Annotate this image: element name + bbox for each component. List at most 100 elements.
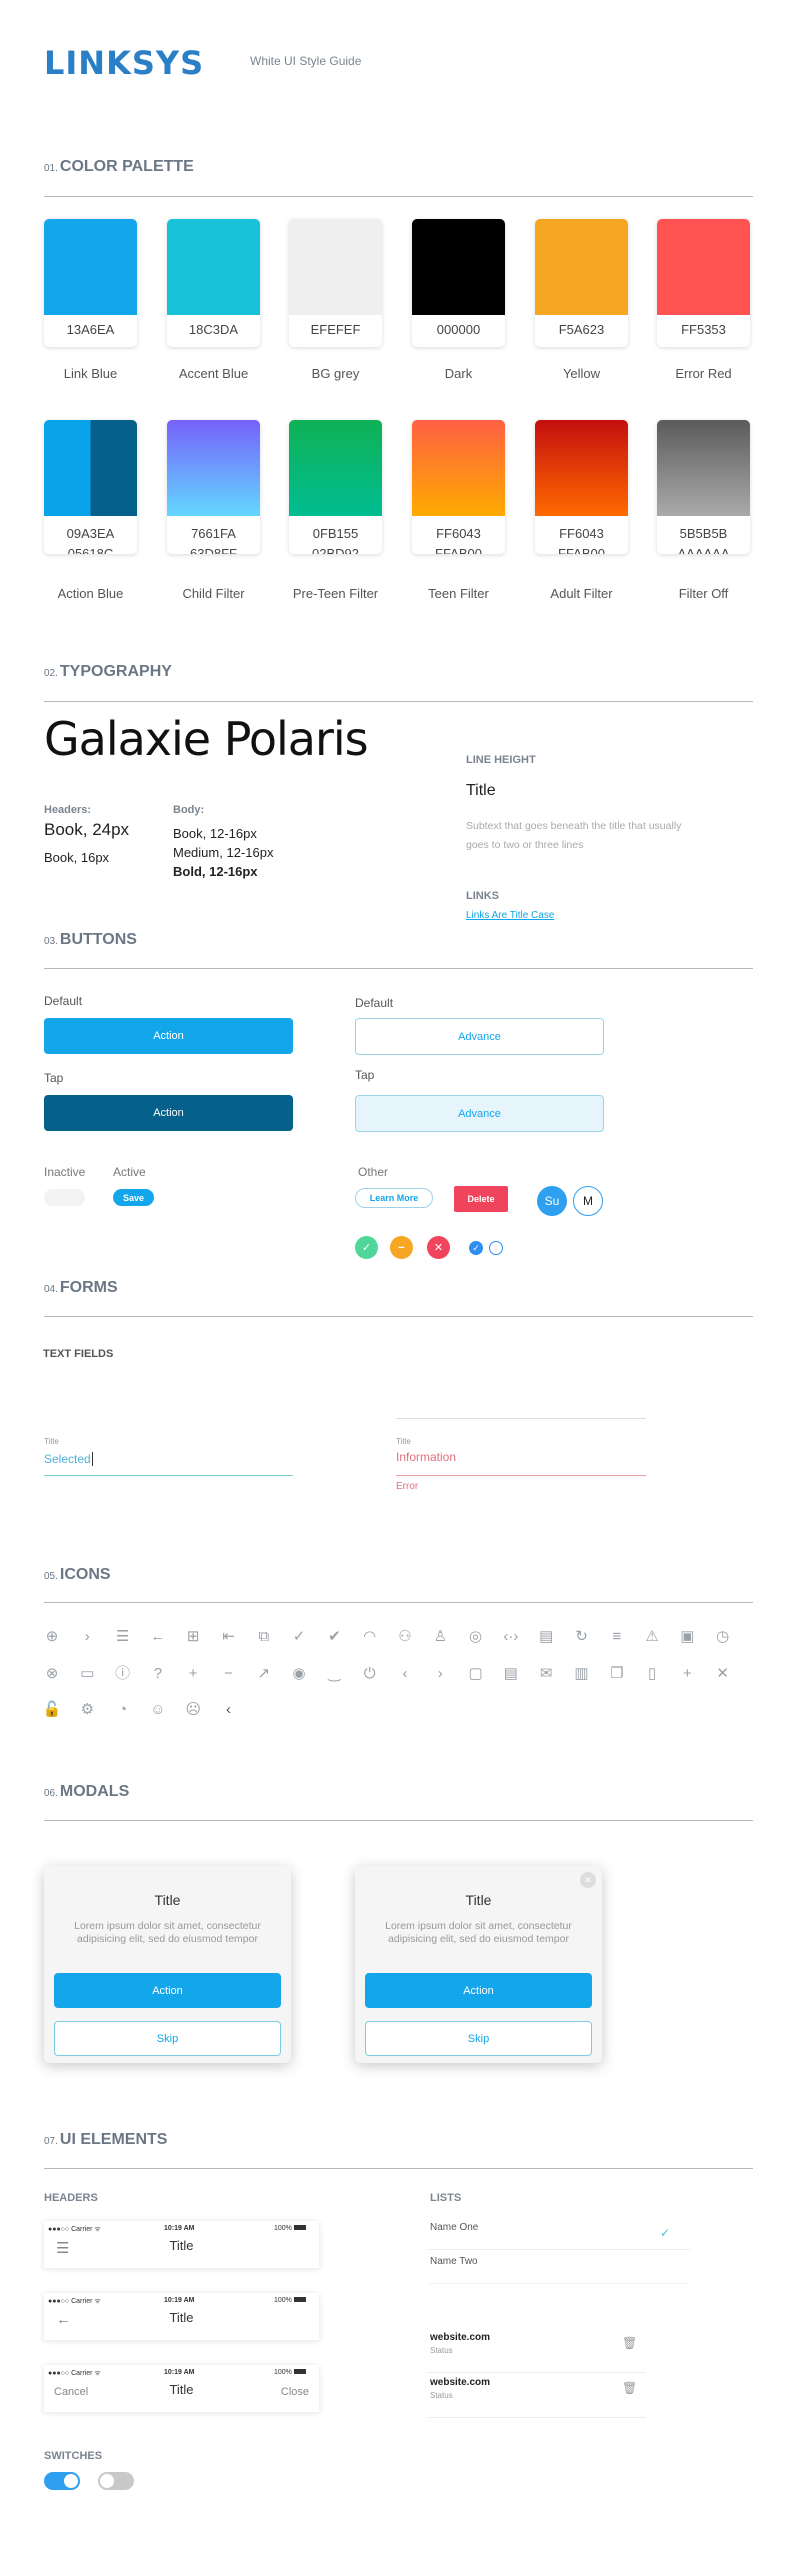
- nav-header-menu: ●●●○○ Carrier ᯤ 10:19 AM 100% ☰ Title: [44, 2221, 319, 2268]
- gradient-swatch: FF6043 FFAB00: [412, 420, 505, 554]
- swatch-fill: [412, 420, 505, 516]
- swatch-name: BG grey: [311, 366, 360, 381]
- switch-off[interactable]: [98, 2472, 134, 2490]
- close-icon[interactable]: ✕: [580, 1872, 596, 1888]
- swatch-hex: F5A623: [558, 322, 605, 337]
- delete-button[interactable]: Delete: [454, 1186, 508, 1212]
- modal-skip-button[interactable]: Skip: [54, 2021, 281, 2056]
- default-label: Default: [355, 996, 394, 1010]
- trash-icon[interactable]: 🗑: [622, 2381, 637, 2395]
- site-status: Status: [430, 2346, 453, 2355]
- swatch-fill: [657, 420, 750, 516]
- swatch-fill: [412, 219, 505, 315]
- field-title: Title: [44, 1437, 59, 1446]
- modal-title: Title: [154, 1892, 181, 1908]
- list-item-label: Name One: [430, 2222, 479, 2233]
- list-item: website.com Status 🗑: [428, 2373, 646, 2417]
- advance-button-tap[interactable]: Advance: [355, 1095, 604, 1132]
- divider: [44, 196, 753, 197]
- section-heading-ui-elements: 07. UI ELEMENTS: [44, 2131, 168, 2148]
- modal-title: Title: [465, 1892, 492, 1908]
- headers-label: Headers:: [44, 804, 92, 816]
- sample-link[interactable]: Links Are Title Case: [466, 910, 554, 921]
- modal-skip-button[interactable]: Skip: [365, 2021, 592, 2056]
- swatch-name: Error Red: [675, 366, 732, 381]
- error-x-icon[interactable]: ✕: [427, 1236, 450, 1259]
- swatch-hex: FF6043 FFAB00: [558, 526, 605, 554]
- list-item: website.com Status 🗑: [428, 2328, 646, 2372]
- header-title: Title: [169, 2238, 194, 2253]
- color-swatch: EFEFEF: [289, 219, 382, 347]
- user-icon: ♙: [433, 1628, 448, 1645]
- close-icon: ✕: [716, 1665, 729, 1682]
- body-medium: Medium, 12-16px: [173, 845, 274, 860]
- headers-section-label: HEADERS: [44, 2192, 98, 2204]
- gradient-swatch: FF6043 FFAB00: [535, 420, 628, 554]
- mail-icon: ✉: [539, 1665, 553, 1682]
- site-status: Status: [430, 2391, 453, 2400]
- success-check-icon[interactable]: ✓: [355, 1236, 378, 1259]
- save-button-active[interactable]: Save: [113, 1189, 154, 1206]
- divider: [44, 1820, 753, 1821]
- site-name: website.com: [430, 2377, 491, 2388]
- learn-more-button[interactable]: Learn More: [355, 1188, 433, 1208]
- wifi-icon: ◠: [363, 1628, 377, 1645]
- gradient-swatch: 0FB155 02BD92: [289, 420, 382, 554]
- checkbox-empty-icon[interactable]: [489, 1241, 503, 1255]
- default-label: Default: [44, 994, 83, 1008]
- swatch-name: Filter Off: [678, 586, 729, 601]
- swatch-hex: 0FB155 02BD92: [312, 526, 359, 554]
- modal-action-button[interactable]: Action: [54, 1973, 281, 2008]
- chevron-left-dark-icon: ‹: [226, 1701, 231, 1718]
- text-fields-label: TEXT FIELDS: [43, 1348, 114, 1360]
- action-button-default[interactable]: Action: [44, 1018, 293, 1054]
- swatch-hex: 09A3EA 05618C: [66, 526, 115, 554]
- selected-text-field[interactable]: Selected: [44, 1450, 293, 1476]
- body-book: Book, 12-16px: [173, 826, 257, 841]
- linksys-logo: LINKSYS: [44, 44, 205, 82]
- copy-icon: ❐: [610, 1665, 624, 1682]
- gradient-swatch: 09A3EA 05618C: [44, 420, 137, 554]
- nav-header-back: ●●●○○ Carrier ᯤ 10:19 AM 100% ← Title: [44, 2293, 319, 2340]
- check-icon: ✓: [660, 2226, 671, 2240]
- error-text-field[interactable]: Information: [396, 1450, 646, 1476]
- empty-field-underline[interactable]: [396, 1418, 646, 1419]
- question-icon: ?: [153, 1665, 163, 1682]
- section-heading-color: 01. COLOR PALETTE: [44, 158, 194, 175]
- section-heading-typography: 02. TYPOGRAPHY: [44, 663, 172, 680]
- list-item[interactable]: Name Two: [428, 2250, 690, 2283]
- modal-dialog: Title Lorem ipsum dolor sit amet, consec…: [44, 1866, 291, 2063]
- router-icon: ▭: [80, 1665, 95, 1682]
- swatch-fill: [167, 420, 260, 516]
- close-button[interactable]: Close: [281, 2386, 309, 2398]
- eye-icon: ◉: [292, 1665, 306, 1682]
- section-heading-forms: 04. FORMS: [44, 1279, 118, 1296]
- status-battery: 100%: [274, 2369, 306, 2376]
- devices-icon: ⧉: [258, 1628, 270, 1645]
- swatch-name: Accent Blue: [178, 366, 249, 381]
- checkbox-checked-icon[interactable]: ✓: [469, 1241, 483, 1255]
- site-list: website.com Status 🗑 website.com Status …: [428, 2328, 646, 2418]
- divider: [44, 701, 753, 702]
- advance-button-default[interactable]: Advance: [355, 1018, 604, 1055]
- list-item-label: Name Two: [430, 2256, 478, 2267]
- day-toggle-su[interactable]: Su: [537, 1186, 567, 1216]
- modal-action-button[interactable]: Action: [365, 1973, 592, 2008]
- swatch-name: Adult Filter: [550, 586, 613, 601]
- unlock-icon: 🔓: [42, 1701, 62, 1718]
- swatch-hex: 7661FA 63D8FF: [190, 526, 237, 554]
- day-toggle-m[interactable]: M: [573, 1186, 603, 1216]
- gear-icon: ⚙: [80, 1701, 95, 1718]
- minus-icon[interactable]: −: [390, 1236, 413, 1259]
- trash-icon[interactable]: 🗑: [622, 2336, 637, 2350]
- action-button-tap[interactable]: Action: [44, 1095, 293, 1131]
- save-button-inactive[interactable]: Save: [44, 1189, 85, 1206]
- switch-on[interactable]: [44, 2472, 80, 2490]
- check-large-icon: ✓: [292, 1628, 306, 1645]
- swatch-name: Action Blue: [57, 586, 124, 601]
- guide-subtitle: White UI Style Guide: [250, 54, 362, 68]
- body-bold: Bold, 12-16px: [173, 864, 258, 879]
- list-item[interactable]: Name One ✓: [428, 2216, 690, 2249]
- swatch-fill: [535, 420, 628, 516]
- happy-icon: ☺: [150, 1701, 166, 1718]
